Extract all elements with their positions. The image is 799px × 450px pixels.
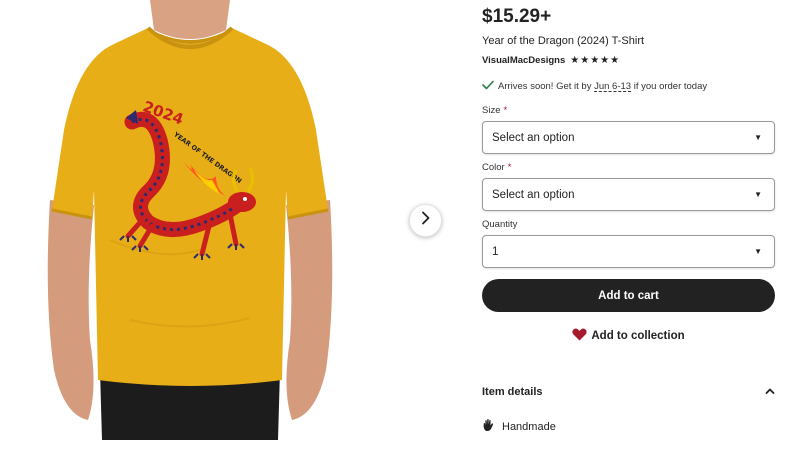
color-label: Color * [482,162,511,173]
heart-icon [572,328,587,344]
item-details-heading: Item details [482,386,543,398]
color-label-text: Color [482,162,505,173]
color-select-value: Select an option [492,188,575,201]
handmade-feature: Handmade [482,418,556,435]
quantity-select-value: 1 [492,245,499,258]
star-icon: ★ [580,54,590,66]
arrival-date-link[interactable]: Jun 6-13 [594,81,631,92]
hand-wave-icon [482,418,496,435]
star-icon: ★ [570,54,580,66]
rating-stars[interactable]: ★ ★ ★ ★ ★ [570,54,620,66]
caret-down-icon: ▼ [754,247,762,256]
arrival-suffix: if you order today [631,81,708,92]
required-mark: * [507,162,512,173]
size-select-value: Select an option [492,131,575,144]
add-to-collection-button[interactable]: Add to collection [482,325,775,347]
check-icon [482,80,494,93]
star-icon: ★ [610,54,620,66]
arrival-prefix: Arrives soon! Get it by [498,81,595,92]
caret-down-icon: ▼ [754,190,762,199]
arrival-estimate: Arrives soon! Get it by Jun 6-13 if you … [482,80,707,93]
handmade-label: Handmade [502,420,556,433]
star-icon: ★ [590,54,600,66]
product-image[interactable]: 2024 YEAR OF THE DRAGON [40,0,340,440]
tshirt-illustration: 2024 YEAR OF THE DRAGON [47,0,333,440]
star-icon: ★ [600,54,610,66]
add-to-collection-label: Add to collection [591,330,685,342]
quantity-select[interactable]: 1 ▼ [482,235,775,268]
size-select[interactable]: Select an option ▼ [482,121,775,154]
shop-row: VisualMacDesigns ★ ★ ★ ★ ★ [482,55,619,66]
product-price: $15.29+ [482,6,552,27]
shop-name-link[interactable]: VisualMacDesigns [482,55,565,66]
add-to-cart-button[interactable]: Add to cart [482,279,775,312]
color-select[interactable]: Select an option ▼ [482,178,775,211]
chevron-right-icon [420,211,432,230]
product-title: Year of the Dragon (2024) T-Shirt [482,35,645,47]
item-details-toggle[interactable]: Item details [482,383,775,401]
required-mark: * [503,105,508,116]
next-image-button[interactable] [409,204,442,237]
quantity-label: Quantity [482,219,518,230]
size-label: Size * [482,105,507,116]
chevron-up-icon [765,386,775,398]
size-label-text: Size [482,105,501,116]
caret-down-icon: ▼ [754,133,762,142]
